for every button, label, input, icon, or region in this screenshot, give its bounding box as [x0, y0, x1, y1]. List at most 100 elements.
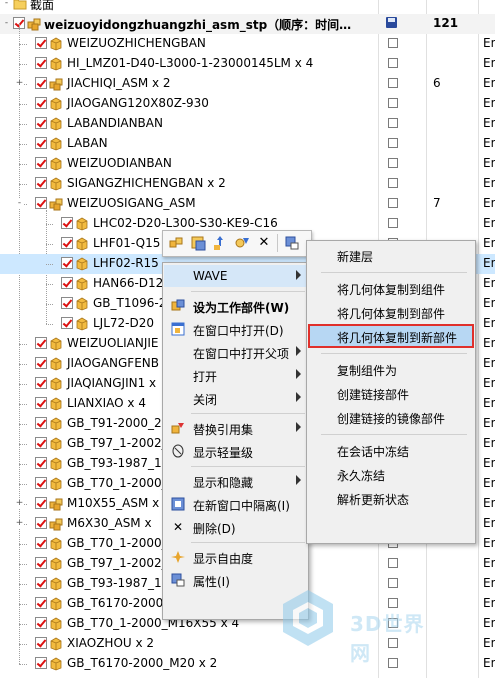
column-checkbox[interactable] [388, 58, 398, 68]
column-checkbox[interactable] [388, 558, 398, 568]
tree-row[interactable]: XIAOZHOU x 2 En [0, 634, 495, 654]
visibility-checkbox[interactable] [35, 137, 47, 149]
context-menu-item[interactable]: WAVE [164, 265, 307, 287]
part-icon [75, 217, 89, 231]
expander-icon[interactable]: + [15, 79, 24, 88]
expander-icon[interactable]: - [15, 199, 24, 208]
column-checkbox[interactable] [388, 138, 398, 148]
visibility-checkbox[interactable] [61, 257, 73, 269]
properties-icon[interactable] [284, 235, 300, 251]
visibility-checkbox[interactable] [35, 597, 47, 609]
visibility-checkbox[interactable] [35, 37, 47, 49]
visibility-checkbox[interactable] [35, 57, 47, 69]
visibility-checkbox[interactable] [35, 437, 47, 449]
visibility-checkbox[interactable] [35, 97, 47, 109]
visibility-checkbox[interactable] [35, 557, 47, 569]
visibility-checkbox[interactable] [35, 177, 47, 189]
delete-icon[interactable]: ✕ [256, 235, 272, 251]
submenu-item[interactable]: 永久冻结 [309, 463, 473, 485]
assembly-icon [27, 18, 41, 31]
tree-row[interactable]: WEIZUODIANBAN En [0, 154, 495, 174]
visibility-checkbox[interactable] [35, 537, 47, 549]
submenu-item[interactable]: 解析更新状态 [309, 487, 473, 509]
visibility-checkbox[interactable] [35, 497, 47, 509]
visibility-checkbox[interactable] [61, 217, 73, 229]
visibility-checkbox[interactable] [35, 637, 47, 649]
context-menu-item[interactable]: 在窗口中打开(D) [164, 318, 307, 340]
status-cell: En [483, 656, 495, 670]
submenu-item[interactable]: 创建链接的镜像部件 [309, 406, 473, 428]
submenu-item[interactable]: 复制组件为 [309, 358, 473, 380]
expander-icon[interactable]: + [15, 519, 24, 528]
context-menu-item[interactable]: 打开 [164, 364, 307, 386]
submenu-item[interactable]: 创建链接部件 [309, 382, 473, 404]
visibility-checkbox[interactable] [35, 477, 47, 489]
context-menu-item[interactable]: 显示和隐藏 [164, 470, 307, 492]
tree-row[interactable]: GB_T6170-2000_M20 x 2 En [0, 654, 495, 674]
context-menu-item[interactable]: 设为工作部件(W) [164, 295, 307, 317]
tree-row-section[interactable]: - 截面 [0, 0, 495, 14]
tree-row[interactable]: + JIACHIQI_ASM x 2 6 En [0, 74, 495, 94]
visibility-checkbox[interactable] [35, 577, 47, 589]
assembly-icon[interactable] [168, 235, 184, 251]
context-menu-item[interactable]: 关闭 [164, 387, 307, 409]
tree-row-root[interactable]: - weizuoyidongzhuangzhi_asm_stp（顺序：时间… 1… [0, 14, 495, 34]
submenu-item[interactable]: 将几何体复制到新部件 [308, 324, 474, 348]
visibility-checkbox[interactable] [61, 297, 73, 309]
visibility-checkbox[interactable] [35, 377, 47, 389]
tree-row[interactable]: LABANDIANBAN En [0, 114, 495, 134]
column-checkbox[interactable] [388, 598, 398, 608]
visibility-checkbox[interactable] [35, 617, 47, 629]
column-checkbox[interactable] [388, 178, 398, 188]
column-checkbox[interactable] [388, 158, 398, 168]
column-checkbox[interactable] [388, 98, 398, 108]
visibility-checkbox[interactable] [61, 277, 73, 289]
visibility-checkbox[interactable] [35, 197, 47, 209]
move-icon[interactable] [212, 235, 228, 251]
constraint-icon[interactable] [234, 235, 250, 251]
context-menu-item[interactable]: 在窗口中打开父项 [164, 341, 307, 363]
column-checkbox[interactable] [388, 618, 398, 628]
part-icon [49, 617, 63, 631]
column-checkbox[interactable] [388, 118, 398, 128]
visibility-checkbox[interactable] [61, 237, 73, 249]
submenu-item[interactable]: 将几何体复制到组件 [309, 277, 473, 299]
submenu-item[interactable]: 新建层 [309, 244, 473, 266]
context-menu-item[interactable]: 在新窗口中隔离(I) [164, 493, 307, 515]
visibility-checkbox[interactable] [61, 317, 73, 329]
tree-row[interactable]: LABAN En [0, 134, 495, 154]
column-checkbox[interactable] [388, 38, 398, 48]
visibility-checkbox[interactable] [35, 657, 47, 669]
column-checkbox[interactable] [388, 78, 398, 88]
visibility-checkbox[interactable] [35, 457, 47, 469]
visibility-checkbox[interactable] [35, 357, 47, 369]
tree-row[interactable]: SIGANGZHICHENGBAN x 2 En [0, 174, 495, 194]
column-checkbox[interactable] [388, 658, 398, 668]
column-checkbox[interactable] [388, 198, 398, 208]
expander-icon[interactable]: - [2, 0, 11, 8]
expander-icon[interactable]: + [15, 499, 24, 508]
column-checkbox[interactable] [388, 578, 398, 588]
column-checkbox[interactable] [388, 218, 398, 228]
context-menu-item[interactable]: ✕ 删除(D) [164, 516, 307, 538]
visibility-checkbox[interactable] [35, 157, 47, 169]
visibility-checkbox[interactable] [35, 397, 47, 409]
context-menu-item[interactable]: 属性(I) [164, 569, 307, 591]
visibility-checkbox[interactable] [35, 117, 47, 129]
context-menu-item[interactable]: 替换引用集 [164, 417, 307, 439]
submenu-item[interactable]: 在会话中冻结 [309, 439, 473, 461]
add-component-icon[interactable] [190, 235, 206, 251]
context-menu-item[interactable]: 显示轻量级 [164, 440, 307, 462]
tree-row[interactable]: JIAOGANG120X80Z-930 En [0, 94, 495, 114]
tree-row[interactable]: WEIZUOZHICHENGBAN En [0, 34, 495, 54]
expander-icon[interactable]: - [2, 19, 11, 28]
submenu-item[interactable]: 将几何体复制到部件 [309, 301, 473, 323]
context-menu-item[interactable]: 显示自由度 [164, 546, 307, 568]
tree-row[interactable]: HI_LMZ01-D40-L3000-1-23000145LM x 4 En [0, 54, 495, 74]
column-checkbox[interactable] [388, 638, 398, 648]
visibility-checkbox[interactable] [35, 337, 47, 349]
visibility-checkbox[interactable] [35, 77, 47, 89]
visibility-checkbox[interactable] [35, 417, 47, 429]
visibility-checkbox[interactable] [35, 517, 47, 529]
tree-row[interactable]: - WEIZUOSIGANG_ASM 7 En [0, 194, 495, 214]
